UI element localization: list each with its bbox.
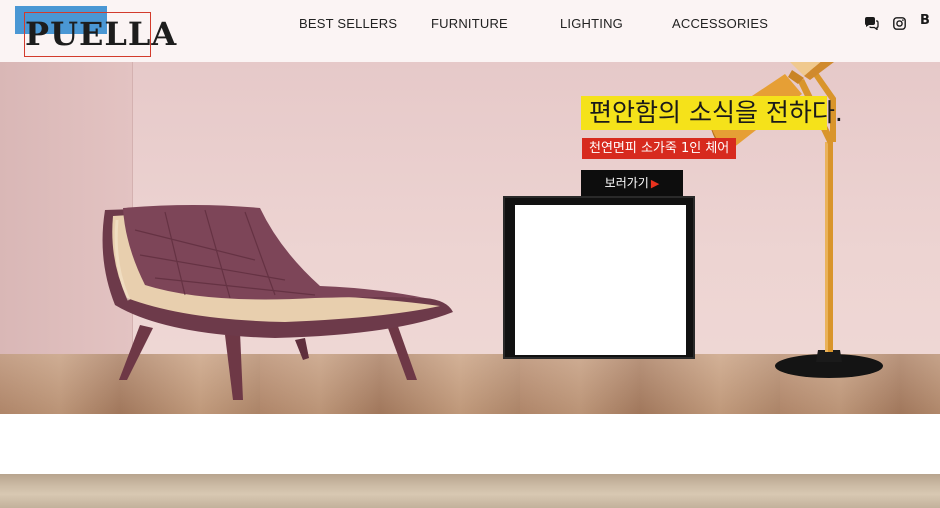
view-more-button[interactable]: 보러가기 ▶: [581, 170, 683, 196]
nav-best-sellers[interactable]: BEST SELLERS: [299, 16, 397, 31]
chair-image: [102, 205, 454, 400]
instagram-icon[interactable]: [893, 15, 909, 31]
hero-headline: 편안함의 소식을 전하다.: [589, 98, 843, 127]
site-header: PUELLA BEST SELLERS FURNITURE LIGHTING A…: [0, 0, 940, 62]
picture-frame: [503, 196, 695, 359]
nav-furniture[interactable]: FURNITURE: [431, 16, 508, 31]
hero-subtitle-badge: 천연면피 소가죽 1인 체어: [582, 138, 737, 159]
nav-accessories[interactable]: ACCESSORIES: [672, 16, 768, 31]
play-arrow-icon: ▶: [650, 177, 660, 190]
chat-icon[interactable]: [864, 15, 880, 31]
view-more-label: 보러가기: [604, 176, 649, 190]
nav-lighting[interactable]: LIGHTING: [560, 16, 623, 31]
blog-icon[interactable]: B: [920, 13, 936, 29]
logo-text: PUELLA: [25, 15, 178, 53]
logo[interactable]: PUELLA: [15, 6, 176, 58]
picture-frame-canvas: [515, 205, 686, 355]
next-section-banner: [0, 474, 940, 508]
